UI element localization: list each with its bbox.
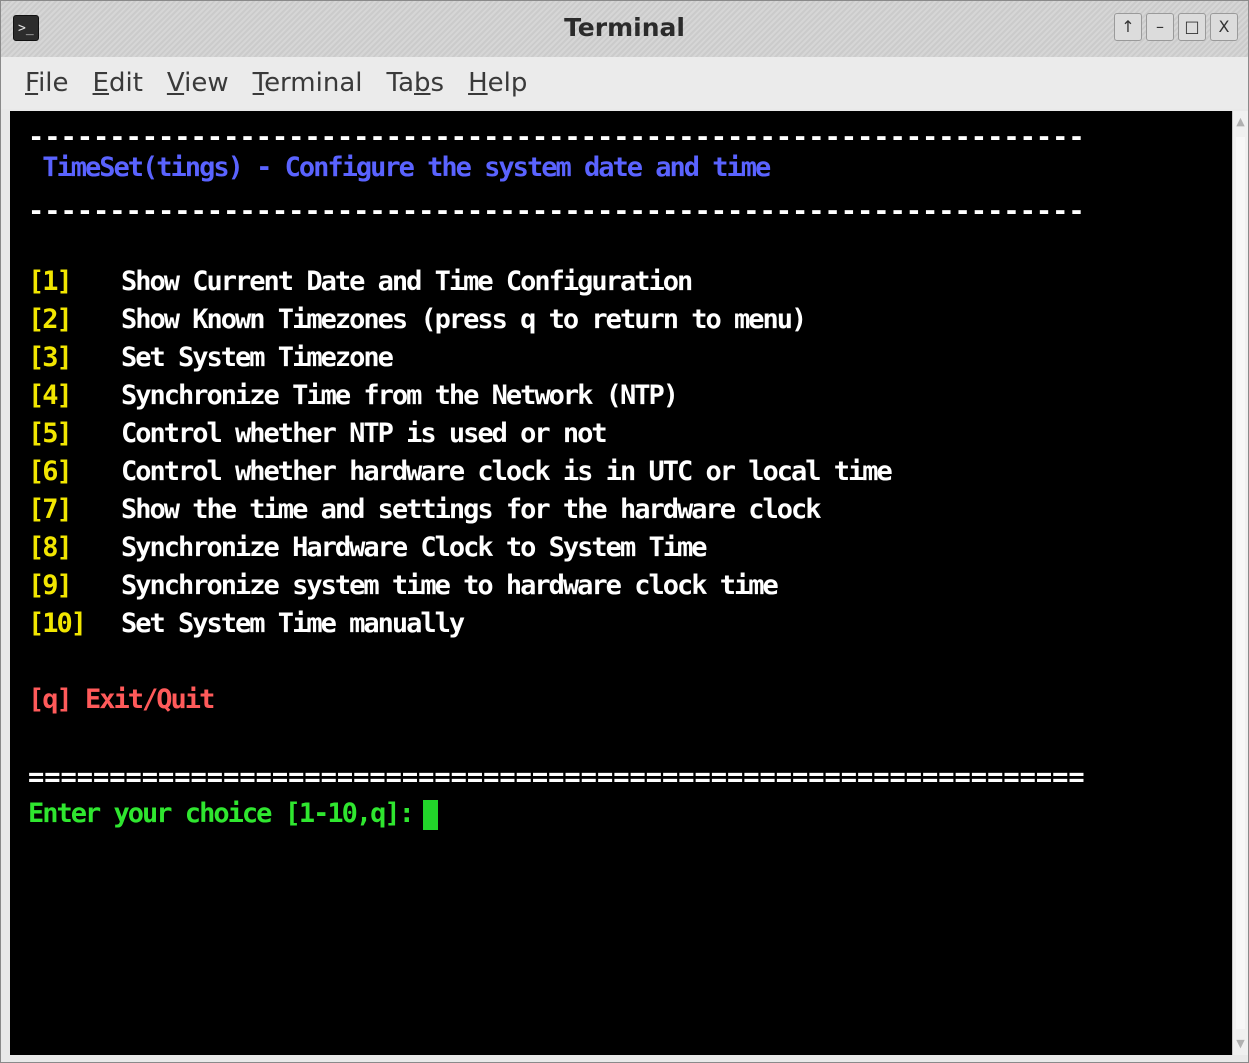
menu-option-4: [4] Synchronize Time from the Network (NT…	[28, 380, 679, 411]
terminal-window: >_ Terminal ↑ – □ X File Edit View Termi…	[0, 0, 1249, 1063]
menu-help[interactable]: Help	[468, 68, 527, 98]
scroll-up-arrow-icon[interactable]: ▲	[1235, 115, 1246, 129]
menu-option-6: [6] Control whether hardware clock is in …	[28, 456, 893, 487]
window-title: Terminal	[564, 13, 685, 42]
menu-tabs[interactable]: Tabs	[386, 68, 444, 98]
program-header: TimeSet(tings) - Configure the system da…	[28, 152, 771, 183]
scroll-up-button[interactable]: ↑	[1114, 13, 1142, 41]
title-bar[interactable]: >_ Terminal ↑ – □ X	[1, 1, 1248, 58]
close-button[interactable]: X	[1210, 13, 1238, 41]
vertical-scrollbar[interactable]: ▲ ▼	[1232, 111, 1248, 1055]
menu-option-7: [7] Show the time and settings for the ha…	[28, 494, 822, 525]
maximize-button[interactable]: □	[1178, 13, 1206, 41]
menu-option-1: [1] Show Current Date and Time Configurat…	[28, 266, 693, 297]
separator-top: ----------------------------------------…	[28, 122, 1085, 153]
menu-terminal[interactable]: Terminal	[253, 68, 363, 98]
choice-prompt[interactable]: Enter your choice [1-10,q]:	[28, 797, 438, 831]
menu-option-9: [9] Synchronize system time to hardware c…	[28, 570, 779, 601]
menu-bar: File Edit View Terminal Tabs Help	[1, 57, 1248, 109]
window-controls: ↑ – □ X	[1114, 13, 1238, 41]
menu-view[interactable]: View	[167, 68, 229, 98]
text-cursor	[422, 799, 438, 830]
scroll-down-arrow-icon[interactable]: ▼	[1235, 1037, 1246, 1051]
menu-option-3: [3] Set System Timezone	[28, 342, 394, 373]
menu-option-8: [8] Synchronize Hardware Clock to System …	[28, 532, 707, 563]
scroll-thumb[interactable]	[1236, 137, 1245, 1029]
prompt-text: Enter your choice [1-10,q]:	[28, 798, 415, 829]
menu-edit[interactable]: Edit	[93, 68, 143, 98]
minimize-button[interactable]: –	[1146, 13, 1174, 41]
terminal-screen[interactable]: ----------------------------------------…	[10, 111, 1232, 1055]
quit-option: [q] Exit/Quit	[28, 684, 215, 715]
menu-option-10: [10] Set System Time manually	[28, 608, 465, 639]
separator-mid: ----------------------------------------…	[28, 196, 1085, 227]
separator-bottom: ========================================…	[28, 762, 1085, 793]
menu-file[interactable]: File	[25, 68, 69, 98]
menu-option-2: [2] Show Known Timezones (press q to retu…	[28, 304, 807, 335]
menu-option-5: [5] Control whether NTP is used or not	[28, 418, 608, 449]
